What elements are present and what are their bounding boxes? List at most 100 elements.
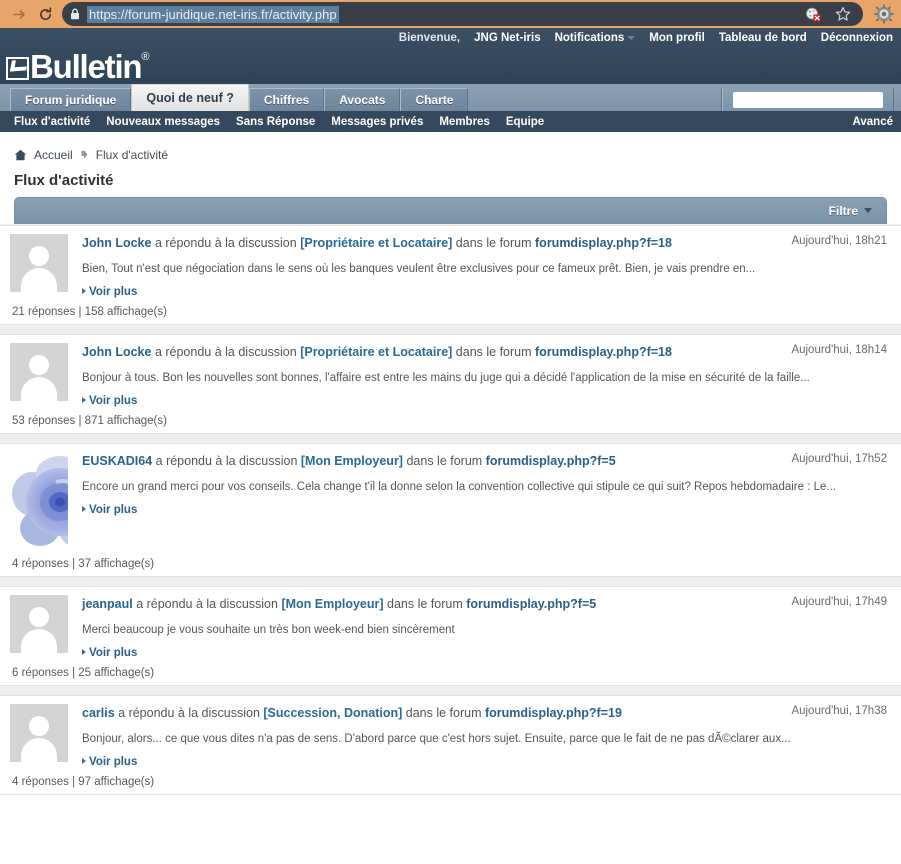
- see-more-link[interactable]: Voir plus: [82, 504, 137, 516]
- home-icon[interactable]: [14, 149, 27, 161]
- entry-thread-link[interactable]: [Succession, Donation]: [263, 706, 402, 720]
- avatar-silhouette-body: [21, 268, 57, 292]
- advanced-search-link[interactable]: Avancé: [853, 116, 894, 128]
- see-more-label: Voir plus: [89, 394, 138, 407]
- entry-headline: carlis a répondu à la discussion [Succes…: [82, 705, 891, 722]
- avatar[interactable]: [10, 234, 68, 292]
- entry-forum-link[interactable]: forumdisplay.php?f=18: [535, 236, 672, 250]
- entry-stats: 53 réponses | 871 affichage(s): [12, 414, 167, 427]
- subnav-item-equipe[interactable]: Equipe: [506, 116, 544, 128]
- tab-forum-juridique[interactable]: Forum juridique: [10, 88, 132, 111]
- see-more-link[interactable]: Voir plus: [82, 395, 137, 407]
- entry-thread-link[interactable]: [Mon Employeur]: [281, 597, 383, 611]
- subnav-item-sans-reponse[interactable]: Sans Réponse: [236, 116, 315, 128]
- tabbar-endcap: [893, 88, 901, 111]
- entry-snippet: Merci beaucoup je vous souhaite un très …: [82, 623, 455, 636]
- entry-headline: John Locke a répondu à la discussion [Pr…: [82, 344, 891, 361]
- entry-forum-link[interactable]: forumdisplay.php?f=5: [466, 597, 596, 611]
- registered-mark: ®: [141, 51, 149, 63]
- breadcrumb-home-link[interactable]: Accueil: [34, 148, 73, 162]
- activity-feed: Aujourd'hui, 18h21 John Locke a répondu …: [0, 224, 901, 795]
- avatar[interactable]: [10, 703, 68, 762]
- activity-entry: Aujourd'hui, 17h49 jeanpaul a répondu à …: [0, 585, 901, 686]
- address-bar[interactable]: https://forum-juridique.net-iris.fr/acti…: [62, 2, 863, 26]
- entry-thread-link[interactable]: [Propriétaire et Locataire]: [300, 236, 452, 250]
- see-more-link[interactable]: Voir plus: [82, 647, 137, 659]
- entry-headline: EUSKADI64 a répondu à la discussion [Mon…: [82, 453, 891, 470]
- search-input[interactable]: [733, 91, 883, 108]
- entry-author-link[interactable]: jeanpaul: [82, 597, 133, 611]
- entry-action-text: a répondu à la discussion: [152, 453, 301, 468]
- entry-timestamp: Aujourd'hui, 17h52: [791, 452, 887, 465]
- entry-author-link[interactable]: carlis: [82, 706, 115, 720]
- avatar-silhouette-body: [21, 376, 57, 401]
- entry-headline: jeanpaul a répondu à la discussion [Mon …: [82, 596, 891, 613]
- entry-author-link[interactable]: EUSKADI64: [82, 454, 152, 468]
- notifications-link[interactable]: Notifications: [555, 32, 636, 44]
- avatar-silhouette-head: [29, 354, 49, 375]
- reload-icon[interactable]: [32, 1, 58, 27]
- entry-author-link[interactable]: John Locke: [82, 345, 151, 359]
- entry-action-text: a répondu à la discussion: [114, 705, 264, 720]
- entry-mid-text: dans le forum: [402, 705, 485, 720]
- search-area: [722, 88, 893, 111]
- see-more-label: Voir plus: [89, 285, 138, 298]
- breadcrumb-arrow-icon: [80, 150, 89, 160]
- activity-entry: Aujourd'hui, 18h14 John Locke a répondu …: [0, 333, 901, 434]
- vbulletin-logo[interactable]: Bulletin ®: [6, 48, 149, 85]
- see-more-label: Voir plus: [89, 503, 138, 516]
- avatar[interactable]: [10, 342, 68, 401]
- entry-timestamp: Aujourd'hui, 18h14: [791, 343, 887, 356]
- see-more-link[interactable]: Voir plus: [82, 286, 137, 298]
- subnav-item-membres[interactable]: Membres: [439, 116, 490, 128]
- subnav-item-messages-prives[interactable]: Messages privés: [331, 116, 423, 128]
- logout-link[interactable]: Déconnexion: [821, 32, 893, 44]
- tabbar-filler: [468, 88, 722, 111]
- avatar[interactable]: [10, 452, 68, 552]
- entry-thread-link[interactable]: [Mon Employeur]: [301, 454, 403, 468]
- tab-chiffres[interactable]: Chiffres: [248, 88, 325, 111]
- subnav-item-nouveaux-messages[interactable]: Nouveaux messages: [106, 116, 220, 128]
- entry-stats: 4 réponses | 97 affichage(s): [12, 775, 155, 788]
- gear-icon[interactable]: [873, 3, 895, 25]
- entry-thread-link[interactable]: [Propriétaire et Locataire]: [300, 345, 452, 359]
- forward-arrow-icon[interactable]: [6, 1, 32, 27]
- greeting-label: Bienvenue,: [398, 32, 461, 44]
- see-more-label: Voir plus: [89, 646, 138, 659]
- tab-avocats[interactable]: Avocats: [324, 88, 401, 111]
- filter-bar[interactable]: Filtre: [14, 197, 887, 224]
- see-more-link[interactable]: Voir plus: [82, 756, 137, 768]
- breadcrumb-current: Flux d'activité: [95, 148, 169, 162]
- tab-quoi-de-neuf[interactable]: Quoi de neuf ?: [131, 84, 249, 111]
- entry-author-link[interactable]: John Locke: [82, 236, 151, 250]
- breadcrumb: Accueil Flux d'activité: [14, 132, 887, 162]
- tab-charte[interactable]: Charte: [400, 88, 469, 111]
- entry-timestamp: Aujourd'hui, 17h38: [791, 704, 887, 717]
- entry-snippet: Bonjour à tous. Bon les nouvelles sont b…: [82, 371, 810, 384]
- star-icon[interactable]: [834, 6, 851, 23]
- dashboard-link[interactable]: Tableau de bord: [719, 32, 807, 44]
- logo-text: Bulletin: [30, 48, 143, 85]
- entry-forum-link[interactable]: forumdisplay.php?f=5: [486, 454, 616, 468]
- entry-action-text: a répondu à la discussion: [132, 596, 282, 611]
- entry-stats: 4 réponses | 37 affichage(s): [12, 557, 155, 570]
- url-text[interactable]: https://forum-juridique.net-iris.fr/acti…: [87, 5, 339, 23]
- arrow-right-icon: [82, 648, 86, 655]
- entry-forum-link[interactable]: forumdisplay.php?f=19: [485, 706, 622, 720]
- entry-headline: John Locke a répondu à la discussion [Pr…: [82, 235, 891, 252]
- avatar[interactable]: [10, 594, 68, 653]
- entry-snippet: Bonjour, alors... ce que vous dites n'a …: [82, 732, 791, 745]
- subnav-item-flux-activite[interactable]: Flux d'activité: [14, 116, 90, 128]
- arrow-right-icon: [82, 396, 86, 403]
- vbulletin-check-icon: [6, 57, 29, 80]
- my-profile-link[interactable]: Mon profil: [649, 32, 705, 44]
- lock-icon: [70, 8, 80, 20]
- filter-label: Filtre: [828, 203, 858, 218]
- secondary-navigation: Flux d'activité Nouveaux messages Sans R…: [0, 111, 901, 132]
- see-more-label: Voir plus: [89, 755, 138, 768]
- primary-tabbar: Forum juridique Quoi de neuf ? Chiffres …: [0, 84, 901, 111]
- entry-forum-link[interactable]: forumdisplay.php?f=18: [535, 345, 672, 359]
- cookie-blocked-icon[interactable]: [805, 6, 822, 23]
- entry-timestamp: Aujourd'hui, 18h21: [791, 235, 887, 247]
- username-link[interactable]: JNG Net-iris: [474, 32, 540, 44]
